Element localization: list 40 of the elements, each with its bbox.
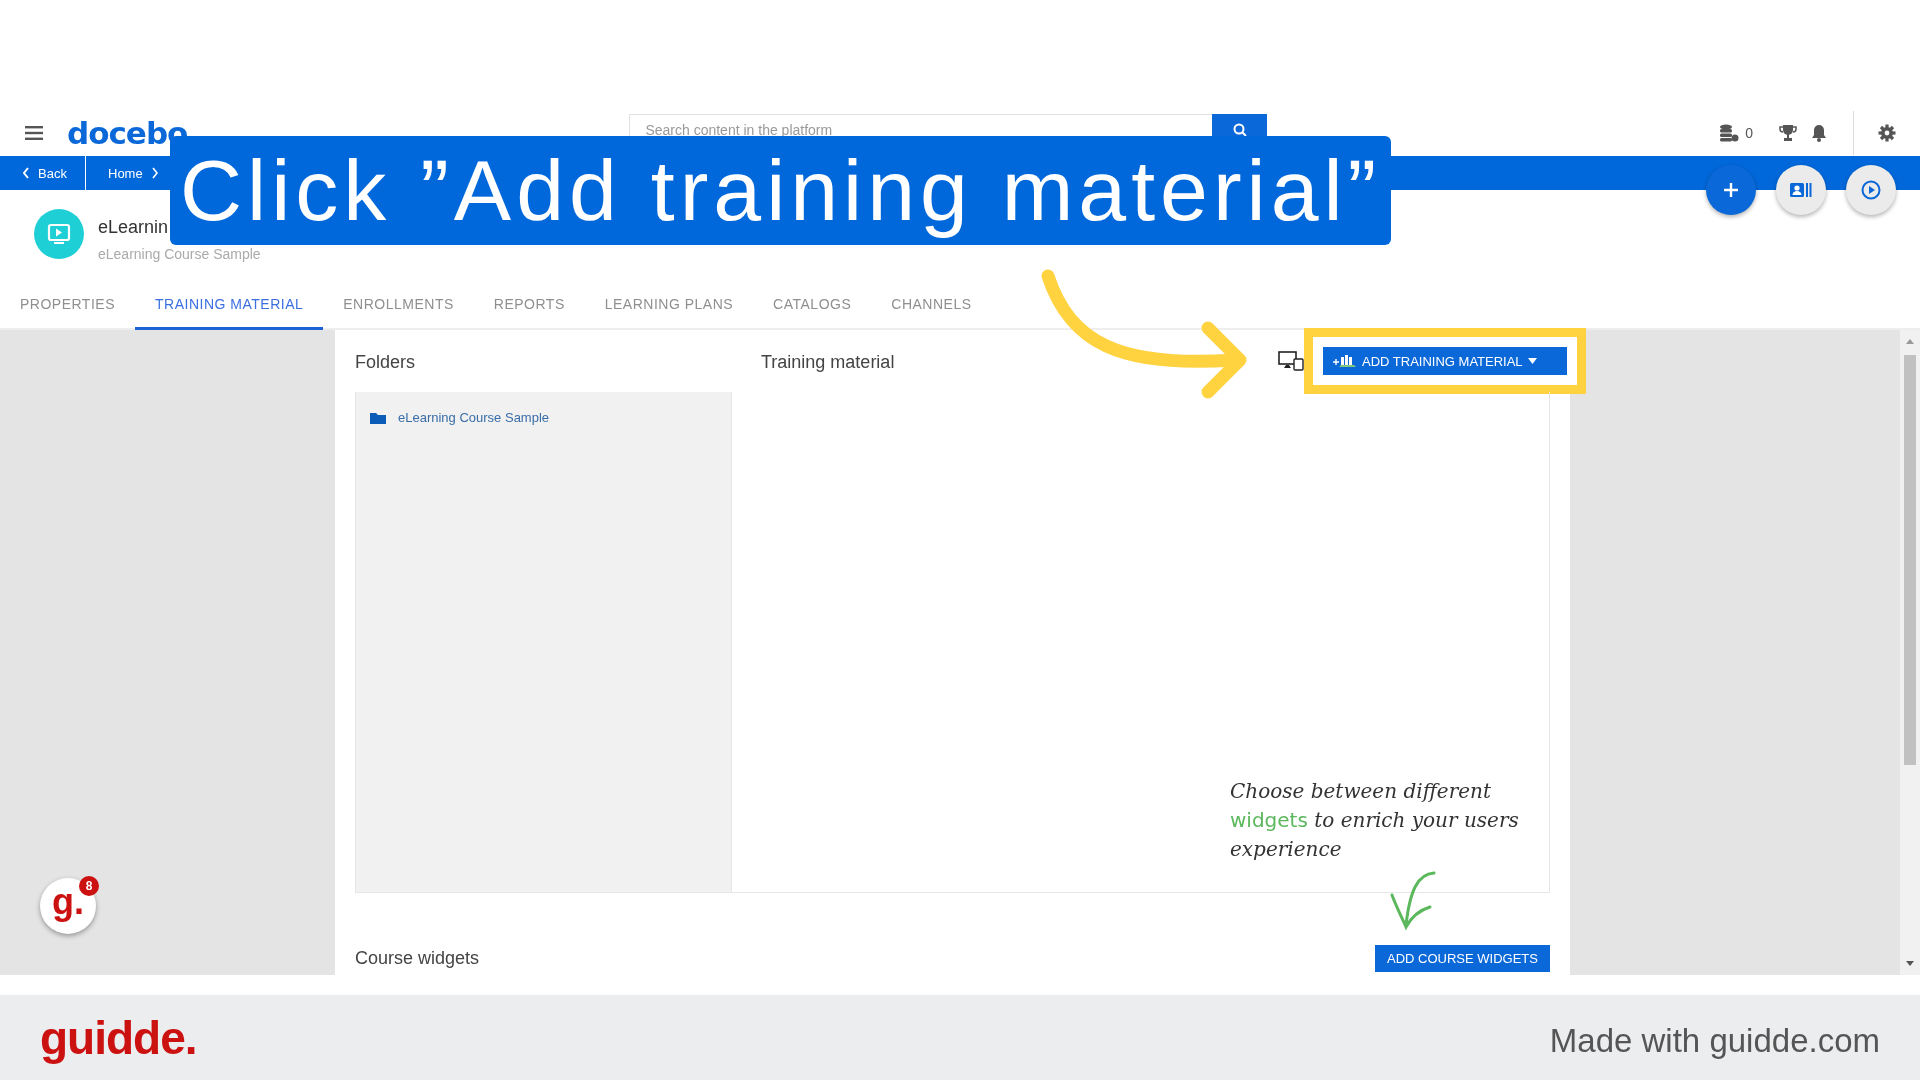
plus-icon xyxy=(1724,183,1738,197)
trophy-icon[interactable] xyxy=(1779,124,1797,142)
add-course-widgets-button[interactable]: ADD COURSE WIDGETS xyxy=(1375,945,1550,972)
play-circle-icon xyxy=(1861,180,1881,200)
scrollbar[interactable] xyxy=(1900,330,1920,975)
add-training-material-button[interactable]: ADD TRAINING MATERIAL xyxy=(1323,347,1567,375)
course-icon xyxy=(34,209,84,259)
coins-icon[interactable] xyxy=(1719,124,1740,142)
hand-drawn-arrow xyxy=(1388,870,1438,932)
tab[interactable]: ENROLLMENTS xyxy=(323,278,474,330)
caret-down-icon xyxy=(1527,358,1537,364)
credit-text: Made with guidde.com xyxy=(1549,1021,1880,1060)
add-books-icon xyxy=(1333,354,1357,368)
course-subtitle: eLearning Course Sample xyxy=(98,245,261,262)
folder-icon xyxy=(370,411,386,424)
section-heading: Course widgets xyxy=(355,948,480,969)
tab[interactable]: LEARNING PLANS xyxy=(584,278,754,330)
id-card-icon xyxy=(1790,182,1812,198)
annotation-text: Choose between different widgets to enrich your users experience xyxy=(1230,778,1520,863)
tab[interactable]: CATALOGS xyxy=(753,278,872,330)
section-heading: Training material xyxy=(761,351,895,373)
bell-icon[interactable] xyxy=(1811,124,1827,142)
chevron-left-icon xyxy=(22,167,30,179)
tab[interactable]: CHANNELS xyxy=(871,278,992,330)
chevron-right-icon xyxy=(150,167,159,179)
devices-icon[interactable] xyxy=(1278,351,1304,371)
coin-count: 0 xyxy=(1745,125,1753,141)
search-icon xyxy=(1232,123,1247,137)
section-heading: Folders xyxy=(355,351,417,373)
tab[interactable]: PROPERTIES xyxy=(0,278,135,330)
back-link[interactable]: Back xyxy=(0,156,86,190)
guidde-logo[interactable]: guidde. xyxy=(40,1010,197,1065)
play-button[interactable] xyxy=(1846,165,1896,215)
settings-icon[interactable] xyxy=(1878,124,1896,142)
course-title: eLearnin xyxy=(98,216,170,238)
menu-icon[interactable] xyxy=(25,126,43,140)
folder-item[interactable]: eLearning Course Sample xyxy=(370,410,717,425)
tab[interactable]: REPORTS xyxy=(473,278,585,330)
profile-card-button[interactable] xyxy=(1776,165,1826,215)
add-button[interactable] xyxy=(1706,165,1756,215)
